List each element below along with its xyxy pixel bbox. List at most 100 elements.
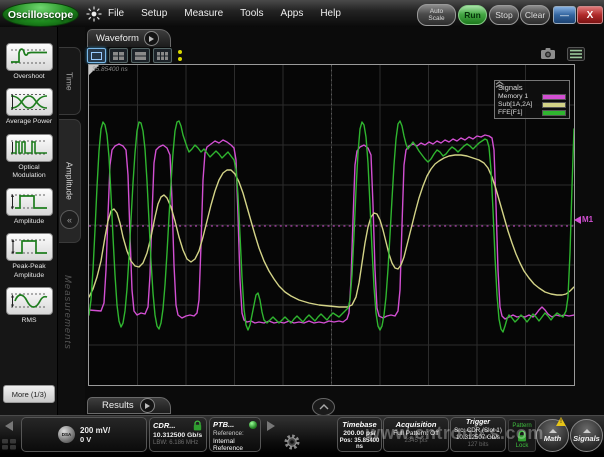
- scroll-left-button[interactable]: [1, 418, 17, 434]
- minimize-button[interactable]: —: [553, 6, 576, 24]
- menu-item-setup[interactable]: Setup: [141, 8, 167, 19]
- measurement-peak-peak-amplitude[interactable]: Peak-Peak Amplitude: [1, 233, 57, 280]
- pattern-lock-button[interactable]: Pattern Lock: [508, 419, 536, 452]
- trigger-title: Trigger: [452, 419, 504, 426]
- cdr-title: CDR...: [153, 421, 176, 430]
- measurement-rms[interactable]: RMS: [1, 287, 57, 325]
- measurement-label: Average Power: [6, 118, 52, 126]
- pattern-lock-icon: [516, 430, 528, 442]
- timebase-panel[interactable]: Timebase 200.00 ps/ Pos: 35.85400 ns: [337, 417, 382, 452]
- sidebar-collapse-button[interactable]: «: [60, 210, 79, 229]
- clear-button[interactable]: Clear: [520, 5, 550, 25]
- timebase-title: Timebase: [339, 420, 380, 429]
- measurement-label: Optical Modulation: [1, 164, 57, 181]
- pattern-lock-label1: Pattern: [512, 423, 531, 429]
- more-measurements-button[interactable]: More (1/3): [3, 385, 55, 403]
- math-label: Math: [544, 434, 562, 443]
- measurement-label: Peak-Peak Amplitude: [1, 263, 57, 280]
- cdr-panel[interactable]: CDR... 10.312500 Gb/s LBW: 6.186 MHz: [149, 417, 207, 452]
- waveform-plot[interactable]: 35.85400 ns Signals Memory 1Sub[1A,2A]FF…: [88, 64, 575, 386]
- marker-dot-icon[interactable]: [178, 50, 182, 54]
- auto-scale-button[interactable]: AutoScale: [417, 4, 456, 26]
- channel-panel[interactable]: DSA 200 mV/ 0 V: [21, 417, 147, 452]
- results-expand-button[interactable]: [312, 398, 335, 416]
- menu-item-help[interactable]: Help: [320, 8, 341, 19]
- menu-item-apps[interactable]: Apps: [281, 8, 304, 19]
- legend-color-swatch: [542, 110, 566, 116]
- eye-icon: [6, 88, 53, 116]
- ptb-reference-value: Internal Reference: [213, 438, 257, 452]
- keypad-icon[interactable]: [2, 437, 16, 455]
- legend-color-swatch: [542, 102, 566, 108]
- pattern-lock-label2: Lock: [516, 443, 529, 449]
- optical-icon: [6, 134, 53, 162]
- waveform-tab-menu-icon[interactable]: [144, 31, 159, 46]
- marker-m1[interactable]: M1: [574, 215, 593, 224]
- settings-sun-icon[interactable]: [86, 6, 102, 22]
- scroll-right-button[interactable]: [263, 418, 279, 434]
- measurement-amplitude[interactable]: Amplitude: [1, 188, 57, 226]
- acquisition-panel[interactable]: Acquisition Full Pattern: Off 2345 pts: [383, 417, 449, 452]
- stop-button[interactable]: Stop: [489, 5, 519, 25]
- marker-dot-icon[interactable]: [178, 57, 182, 61]
- menu-item-file[interactable]: File: [108, 8, 124, 19]
- workspace: Waveform 35.85400 ns Signals: [85, 27, 604, 415]
- acquisition-points: 2345 pts: [385, 438, 447, 444]
- measurement-optical-modulation[interactable]: Optical Modulation: [1, 134, 57, 181]
- legend-collapse-icon[interactable]: [495, 81, 504, 88]
- close-button[interactable]: X: [577, 6, 603, 24]
- measurement-overshoot[interactable]: Overshoot: [1, 43, 57, 81]
- tab-waveform[interactable]: Waveform: [87, 29, 171, 47]
- layout-grid-button[interactable]: [153, 48, 172, 63]
- waveform-tab-label: Waveform: [96, 33, 139, 44]
- measurement-label: Overshoot: [13, 73, 44, 81]
- legend-color-swatch: [542, 94, 566, 100]
- legend-entry-label: FFE[F1]: [498, 109, 523, 116]
- measurement-average-power[interactable]: Average Power: [1, 88, 57, 126]
- menu-item-measure[interactable]: Measure: [184, 8, 223, 19]
- acquisition-mode: Full Pattern: Off: [385, 430, 447, 437]
- cdr-lbw: LBW: 6.186 MHz: [153, 440, 203, 446]
- amplitude-icon: [6, 188, 53, 216]
- trigger-rate: 10.312507 Gb/s: [452, 434, 504, 441]
- trigger-source: Src: CDR (Slot 1): [452, 427, 504, 434]
- run-button[interactable]: Run: [458, 5, 487, 25]
- display-layout-toolbar: [87, 48, 182, 63]
- measurements-panel-title: Measurements: [62, 275, 73, 415]
- timebase-scale: 200.00 ps/: [339, 430, 380, 437]
- marker-m1-arrow-icon: [574, 216, 581, 224]
- menu-item-tools[interactable]: Tools: [240, 8, 263, 19]
- measurement-label: RMS: [21, 317, 36, 325]
- signals-button[interactable]: Signals: [570, 419, 603, 452]
- timebase-position-label: 35.85400 ns: [92, 66, 128, 73]
- legend-entry-label: Sub[1A,2A]: [498, 101, 532, 108]
- screenshot-camera-icon[interactable]: [540, 47, 556, 65]
- settings-gear-icon[interactable]: [282, 432, 302, 457]
- dsa-badge: DSA: [58, 426, 75, 443]
- oscilloscope-logo: Oscilloscope: [2, 2, 79, 27]
- measurement-list: Overshoot Average Power Optical Modulation…: [0, 27, 58, 415]
- results-tab-label: Results: [102, 400, 134, 411]
- trigger-bits: 127 bits: [452, 442, 504, 448]
- channel-offset: 0 V: [80, 435, 110, 444]
- layout-single-button[interactable]: [87, 48, 106, 63]
- results-tab-menu-icon[interactable]: [140, 398, 155, 413]
- ptb-panel[interactable]: PTB... Reference: Internal Reference: [209, 417, 261, 452]
- peakpeak-icon: [6, 233, 53, 261]
- cdr-rate: 10.312500 Gb/s: [153, 432, 203, 439]
- rms-icon: [6, 287, 53, 315]
- layout-quad-button[interactable]: [109, 48, 128, 63]
- marker-m1-label: M1: [582, 215, 593, 224]
- marker-dots: [178, 50, 182, 61]
- signals-up-arrow-icon: [583, 429, 591, 433]
- acquisition-title: Acquisition: [385, 420, 447, 429]
- title-bar: Oscilloscope File Setup Measure Tools Apps He…: [0, 0, 604, 28]
- tab-results[interactable]: Results: [87, 397, 171, 414]
- tab-time[interactable]: Time: [59, 47, 81, 115]
- trigger-panel[interactable]: Trigger Src: CDR (Slot 1) 10.312507 Gb/s…: [450, 417, 506, 452]
- channel-scale: 200 mV/: [80, 426, 110, 435]
- layout-stack-button[interactable]: [131, 48, 150, 63]
- instrument-bar: DSA 200 mV/ 0 V CDR... 10.312500 Gb/s LB…: [0, 415, 604, 454]
- signals-label: Signals: [573, 434, 600, 443]
- ptb-reference-label: Reference:: [213, 430, 257, 437]
